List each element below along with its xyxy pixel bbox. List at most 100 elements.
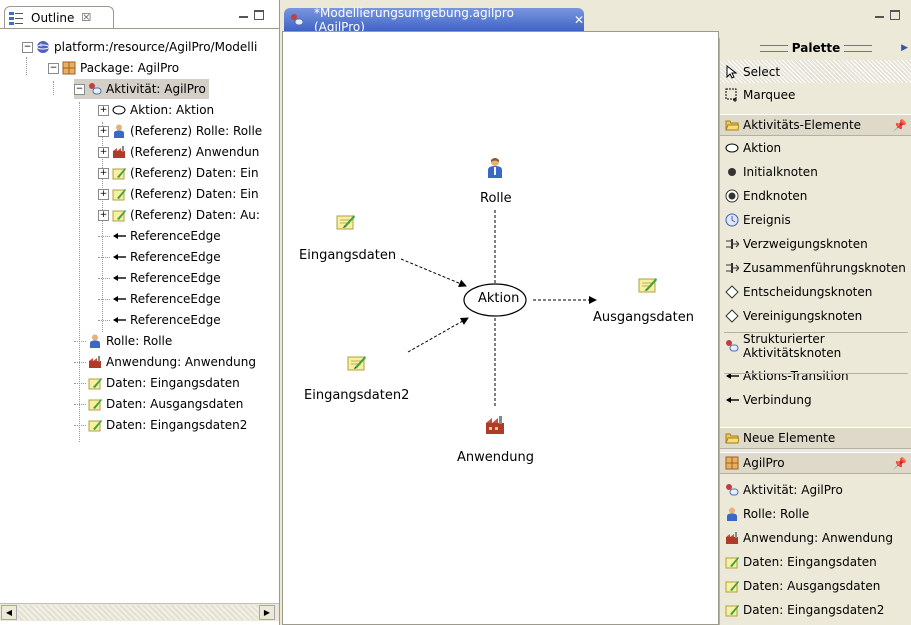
data-icon [88,376,102,390]
diagram-canvas[interactable]: Rolle Eingangsdaten Aktion Ausgangsdaten… [282,31,719,625]
tree-line [98,235,110,237]
data-icon[interactable] [336,213,356,231]
palette-item[interactable]: Marquee [720,83,911,106]
edge-icon [112,250,126,264]
palette-item-label: Entscheidungsknoten [743,285,873,299]
pin-icon[interactable]: 📌 [893,119,907,132]
grip-icon [759,44,788,52]
close-icon[interactable]: ☒ [81,11,91,24]
tree-item-label: (Referenz) Rolle: Rolle [130,124,263,138]
palette-item[interactable]: Select [720,60,911,83]
tree-item[interactable]: ReferenceEdge [98,310,224,330]
collapse-icon[interactable]: − [74,83,85,95]
expand-icon[interactable]: + [98,188,109,200]
drawer-agilpro[interactable]: AgilPro 📌 [720,452,911,474]
palette-item-label: Zusammenführungsknoten [743,261,906,275]
minimize-icon[interactable] [239,16,248,18]
expand-icon[interactable]: + [98,209,109,221]
palette-item-label: Anwendung: Anwendung [743,531,893,545]
tree-item[interactable]: ReferenceEdge [98,247,224,267]
expand-icon[interactable]: + [98,104,109,116]
palette-item[interactable]: Verzweigungsknoten [720,232,911,256]
tree-item[interactable]: Daten: Eingangsdaten [74,373,243,393]
collapse-icon[interactable]: − [48,62,59,74]
palette-item[interactable]: Daten: Eingangsdaten [720,550,911,574]
tree-item[interactable]: ReferenceEdge [98,289,224,309]
data-icon[interactable] [638,276,658,294]
edge-input2-action[interactable] [407,317,469,353]
application-icon[interactable] [484,415,506,435]
minimize-icon[interactable] [875,16,884,18]
palette-item-label: Marquee [743,87,796,102]
palette-item-label: Select [743,64,781,79]
role-icon[interactable] [485,157,505,179]
scroll-right-icon[interactable]: ▶ [259,605,275,620]
tree-item[interactable]: − Aktivität: AgilPro [74,79,209,99]
palette-item[interactable]: Aktivität: AgilPro [720,478,911,502]
expand-icon[interactable]: + [98,125,109,137]
initial-node-icon [725,165,739,179]
palette-item[interactable]: Verbindung [720,388,911,412]
palette-item[interactable]: Rolle: Rolle [720,502,911,526]
tree-item[interactable]: ReferenceEdge [98,268,224,288]
tree-line [98,256,110,258]
tree-item[interactable]: Daten: Ausgangsdaten [74,394,246,414]
scroll-track[interactable] [18,605,258,620]
application-icon [112,145,126,159]
palette-item-label: Aktivität: AgilPro [743,483,843,497]
cursor-icon [725,64,739,79]
palette-item[interactable]: Vereinigungsknoten [720,304,911,328]
data-icon [725,555,739,569]
palette-item[interactable]: Zusammenführungsknoten [720,256,911,280]
pin-icon[interactable]: 📌 [893,457,907,470]
drawer-label: Neue Elemente [743,431,836,445]
maximize-icon[interactable] [254,10,264,20]
collapse-icon[interactable]: − [22,41,33,53]
tree-item[interactable]: Rolle: Rolle [74,331,175,351]
maximize-icon[interactable] [890,10,900,20]
palette-item[interactable]: Entscheidungsknoten [720,280,911,304]
tree-item[interactable]: + (Referenz) Daten: Ein [98,184,262,204]
palette-item[interactable]: Initialknoten [720,160,911,184]
palette-item[interactable]: Strukturierter Aktivitätsknoten [720,328,911,364]
expand-icon[interactable]: + [98,167,109,179]
tree-line [74,403,86,405]
package-icon [62,61,76,75]
tree-item[interactable]: + Aktion: Aktion [98,100,217,120]
editor-window-buttons [875,10,900,20]
horizontal-scrollbar[interactable]: ◀ ▶ [0,603,279,621]
tree-item[interactable]: + (Referenz) Rolle: Rolle [98,121,265,141]
tree-item[interactable]: Anwendung: Anwendung [74,352,259,372]
palette-item[interactable]: Anwendung: Anwendung [720,526,911,550]
palette-item[interactable]: Daten: Eingangsdaten2 [720,598,911,622]
palette-item[interactable]: Aktions-Transition [720,364,911,388]
palette-item[interactable]: Endknoten [720,184,911,208]
drawer-aktivitaets-elemente[interactable]: Aktivitäts-Elemente 📌 [720,114,911,136]
data-icon[interactable] [347,354,367,372]
close-icon[interactable]: ✕ [574,13,584,27]
palette-title-bar[interactable]: Palette ▶ [720,38,911,58]
palette-item[interactable]: Daten: Ausgangsdaten [720,574,911,598]
tree-item[interactable]: + (Referenz) Daten: Ein [98,163,262,183]
palette-item[interactable]: Aktion [720,136,911,160]
role-icon [112,124,126,138]
tree-item[interactable]: + (Referenz) Anwendun [98,142,262,162]
tab-editor-modellierungsumgebung[interactable]: *Modellierungsumgebung.agilpro (AgilPro)… [284,6,584,34]
edge-input1-action[interactable] [400,258,467,288]
drawer-neue-elemente[interactable]: Neue Elemente [720,427,911,449]
tree-item[interactable]: ReferenceEdge [98,226,224,246]
data-icon [112,187,126,201]
tree-item[interactable]: − Package: AgilPro [48,58,182,78]
event-icon [725,213,739,227]
tab-outline[interactable]: Outline ☒ [4,6,114,28]
tree-item[interactable]: Daten: Eingangsdaten2 [74,415,250,435]
tree-item-label: ReferenceEdge [130,229,221,243]
tree-line [98,319,110,321]
palette-collapse-icon[interactable]: ▶ [901,43,908,53]
palette-item[interactable]: Ereignis [720,208,911,232]
data-icon [88,397,102,411]
expand-icon[interactable]: + [98,146,109,158]
scroll-left-icon[interactable]: ◀ [1,605,17,620]
tree-item[interactable]: + (Referenz) Daten: Au: [98,205,263,225]
tree-item[interactable]: − platform:/resource/AgilPro/Modelli [22,37,260,57]
